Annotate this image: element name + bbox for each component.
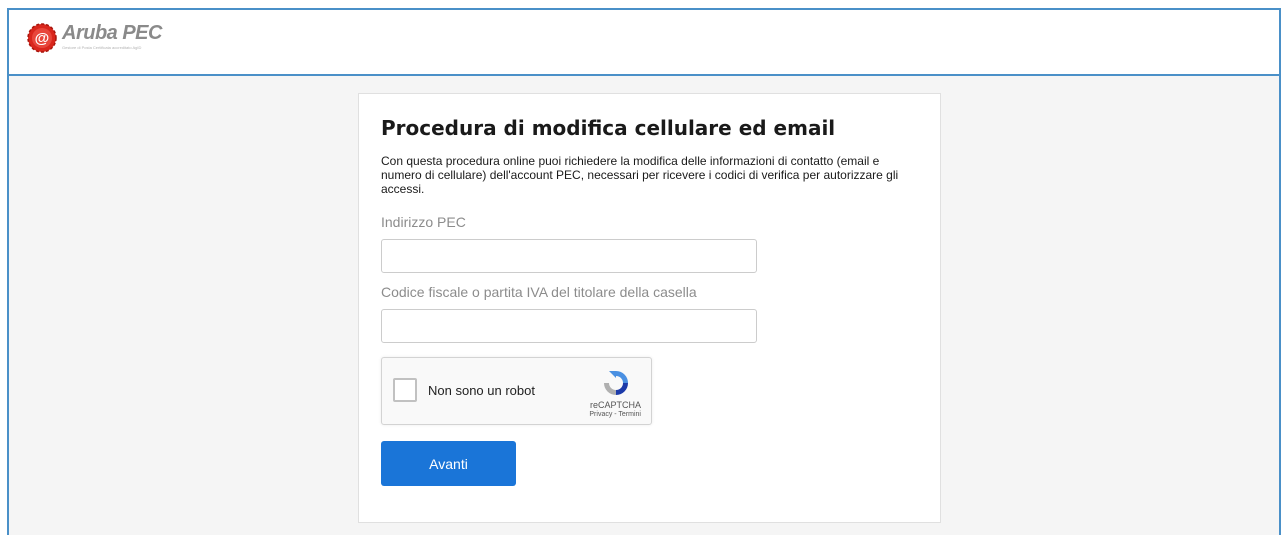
aruba-pec-logo[interactable]: @ Aruba PEC Gestore di Posta Certificata… <box>26 22 186 54</box>
recaptcha-privacy-terms-links[interactable]: Privacy - Termini <box>589 411 641 418</box>
logo-wordmark: Aruba PEC <box>62 22 162 44</box>
pec-address-input[interactable] <box>381 239 757 273</box>
page-title: Procedura di modifica cellulare ed email <box>381 116 836 140</box>
logo-subtitle: Gestore di Posta Certificata accreditato… <box>62 45 142 50</box>
browser-frame: @ Aruba PEC Gestore di Posta Certificata… <box>7 8 1281 535</box>
intro-text: Con questa procedura online puoi richied… <box>381 154 899 196</box>
site-header: @ Aruba PEC Gestore di Posta Certificata… <box>9 10 1279 76</box>
recaptcha-widget: Non sono un robot reCAPTCHA Privacy - Te… <box>381 357 652 425</box>
tax-code-input[interactable] <box>381 309 757 343</box>
svg-text:@: @ <box>35 30 50 47</box>
recaptcha-logo-icon <box>604 371 628 395</box>
recaptcha-checkbox[interactable] <box>393 378 417 402</box>
recaptcha-label: Non sono un robot <box>428 383 535 398</box>
recaptcha-brand: reCAPTCHA <box>589 400 641 410</box>
next-button[interactable]: Avanti <box>381 441 516 486</box>
form-card: Procedura di modifica cellulare ed email… <box>358 93 941 523</box>
aruba-seal-icon: @ <box>27 23 57 53</box>
pec-address-label: Indirizzo PEC <box>381 214 466 230</box>
tax-code-label: Codice fiscale o partita IVA del titolar… <box>381 284 697 300</box>
page-content: Procedura di modifica cellulare ed email… <box>9 76 1279 535</box>
